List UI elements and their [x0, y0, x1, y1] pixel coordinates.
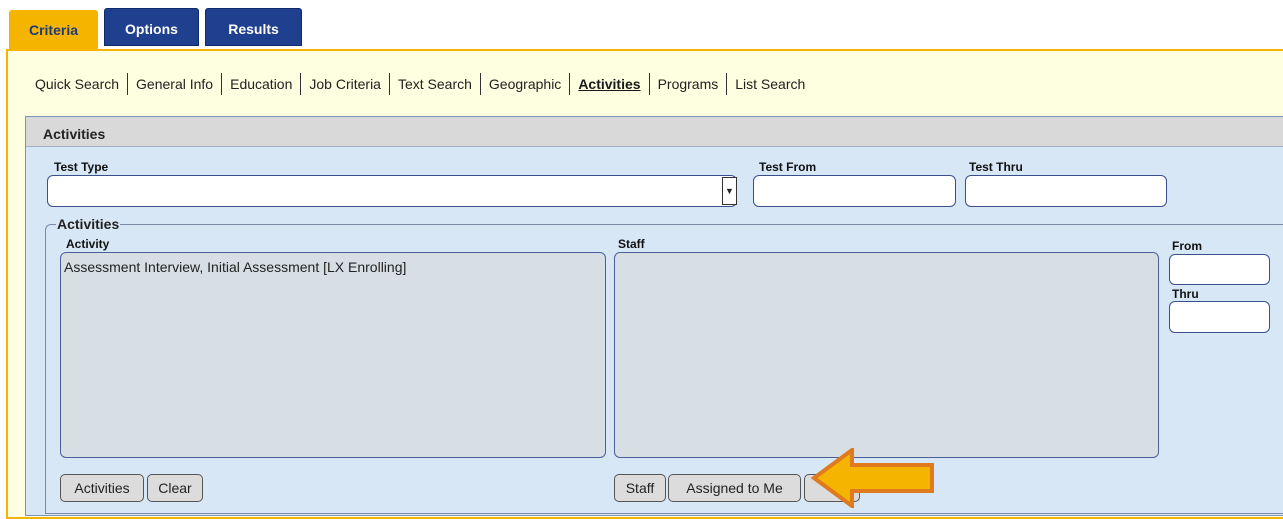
thru-input[interactable]: [1169, 301, 1270, 333]
test-from-label: Test From: [759, 160, 817, 174]
test-thru-input[interactable]: [965, 175, 1167, 207]
criteria-subnav: Quick Search General Info Education Job …: [33, 72, 813, 96]
test-type-select[interactable]: [47, 175, 737, 207]
activity-label: Activity: [66, 237, 110, 251]
staff-button[interactable]: Staff: [614, 474, 666, 502]
thru-label: Thru: [1172, 287, 1199, 301]
from-label: From: [1172, 239, 1202, 253]
subnav-quick-search[interactable]: Quick Search: [33, 76, 127, 92]
subnav-activities[interactable]: Activities: [570, 76, 648, 92]
test-from-input[interactable]: [753, 175, 956, 207]
panel-title: Activities: [26, 117, 1283, 147]
assigned-to-me-button[interactable]: Assigned to Me: [668, 474, 801, 502]
list-item[interactable]: Assessment Interview, Initial Assessment…: [64, 259, 602, 275]
test-type-label: Test Type: [54, 160, 109, 174]
activity-listbox[interactable]: Assessment Interview, Initial Assessment…: [60, 252, 606, 458]
subnav-education[interactable]: Education: [222, 76, 300, 92]
subnav-geographic[interactable]: Geographic: [481, 76, 569, 92]
tab-options[interactable]: Options: [104, 8, 199, 46]
arrow-left-icon: [810, 448, 934, 508]
subnav-programs[interactable]: Programs: [650, 76, 727, 92]
test-thru-label: Test Thru: [969, 160, 1023, 174]
staff-label: Staff: [618, 237, 645, 251]
subnav-text-search[interactable]: Text Search: [390, 76, 480, 92]
clear-button[interactable]: Clear: [147, 474, 203, 502]
tab-results[interactable]: Results: [205, 8, 302, 46]
chevron-down-icon[interactable]: ▼: [722, 177, 737, 205]
tab-criteria[interactable]: Criteria: [9, 10, 98, 50]
from-input[interactable]: [1169, 254, 1270, 285]
subnav-list-search[interactable]: List Search: [727, 76, 813, 92]
staff-listbox[interactable]: [614, 252, 1159, 458]
activities-group-legend: Activities: [56, 216, 121, 232]
subnav-job-criteria[interactable]: Job Criteria: [301, 76, 389, 92]
subnav-general-info[interactable]: General Info: [128, 76, 221, 92]
activities-button[interactable]: Activities: [60, 474, 144, 502]
